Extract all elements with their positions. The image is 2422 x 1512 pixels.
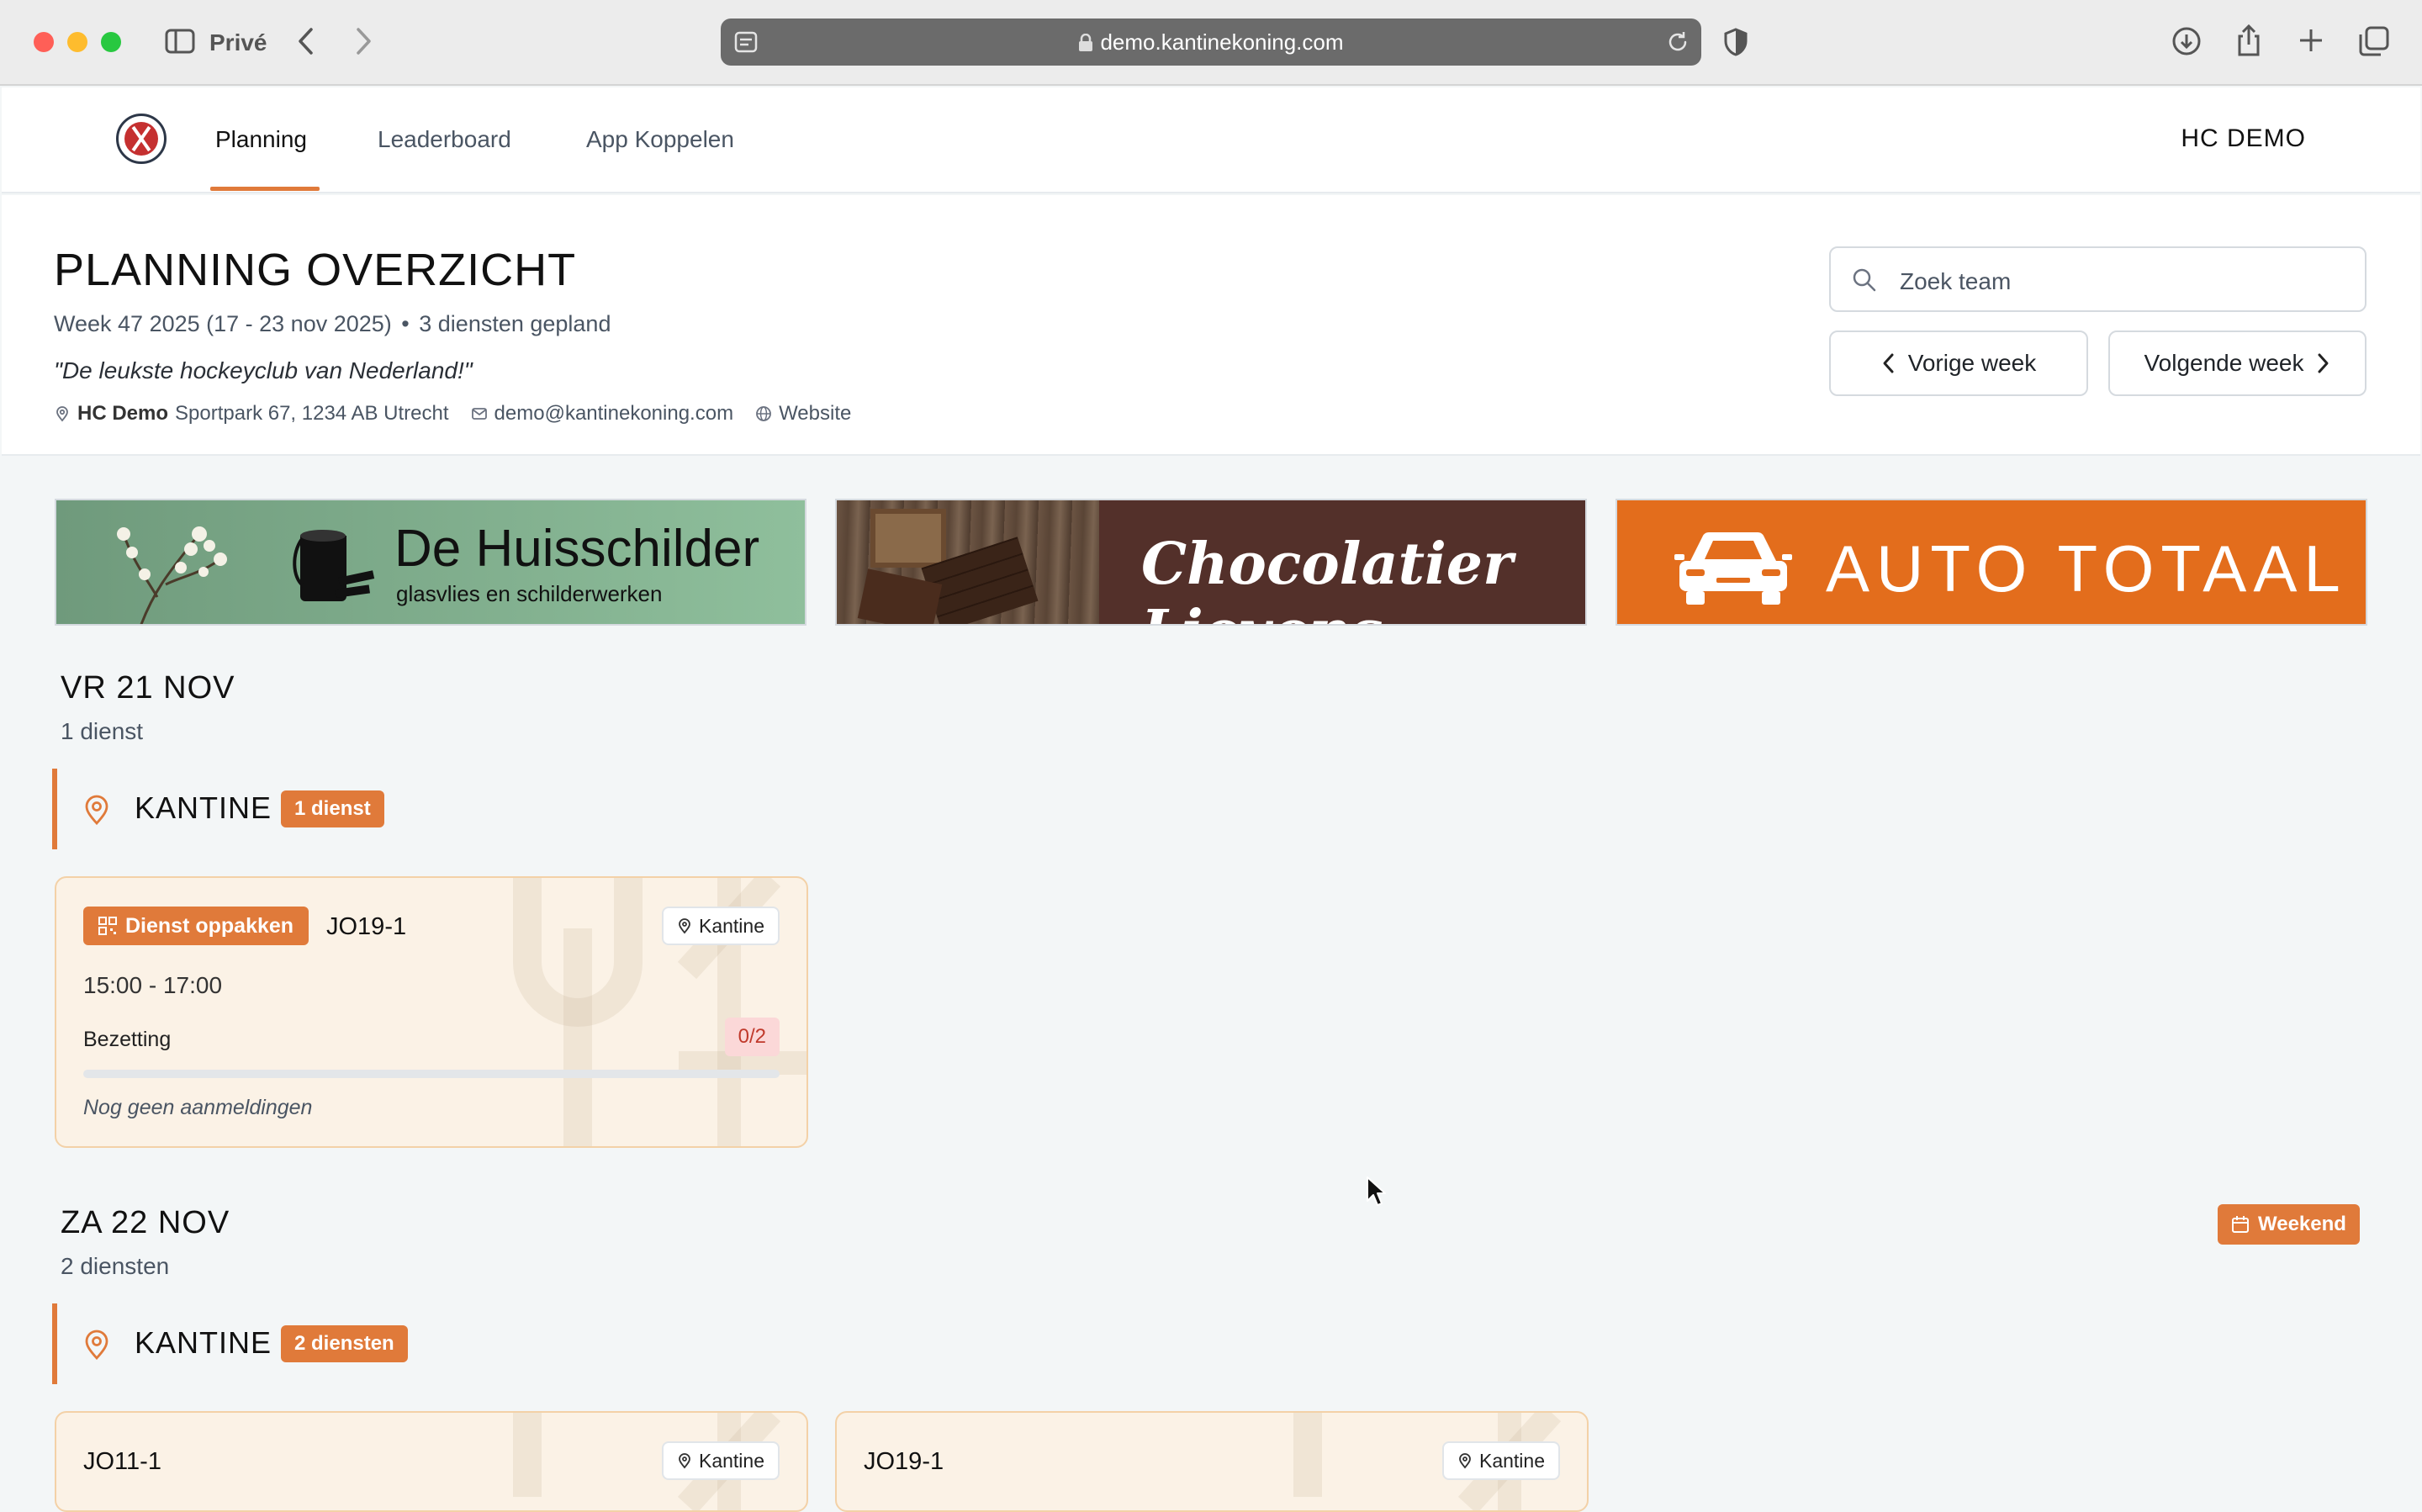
- sponsor-banner-chocolatier[interactable]: Chocolatier Lievens: [835, 499, 1587, 626]
- globe-icon: [756, 406, 771, 421]
- sponsor-name: Chocolatier Lievens: [1141, 531, 1513, 624]
- previous-week-button[interactable]: Vorige week: [1829, 330, 2088, 396]
- share-icon[interactable]: [2235, 24, 2262, 61]
- service-time: 15:00 - 17:00: [83, 972, 223, 998]
- location-chip-label: Kantine: [698, 1449, 764, 1472]
- search-placeholder: Zoek team: [1900, 268, 2012, 294]
- location-pin-icon: [679, 918, 690, 934]
- lock-icon: [1079, 33, 1093, 51]
- chocolate-wood-image: [837, 500, 1099, 624]
- location-name: KANTINE: [135, 790, 272, 825]
- club-email-link[interactable]: demo@kantinekoning.com: [494, 402, 734, 426]
- private-mode-label: Privé: [209, 29, 267, 56]
- service-count: 3 diensten gepland: [419, 311, 611, 336]
- sponsor-banner-huisschilder[interactable]: De Huisschilder glasvlies en schilderwer…: [55, 499, 806, 626]
- team-name: JO19-1: [326, 913, 407, 940]
- close-window-button[interactable]: [34, 32, 54, 52]
- team-name: JO19-1: [864, 1448, 944, 1475]
- sponsor-tagline: glasvlies en schilderwerken: [396, 581, 663, 606]
- location-pin-icon: [85, 795, 108, 826]
- team-name: JO11-1: [83, 1448, 161, 1475]
- location-name: KANTINE: [135, 1325, 272, 1360]
- location-chip: Kantine: [661, 907, 780, 945]
- day-service-count: 2 diensten: [61, 1253, 170, 1279]
- url-text: demo.kantinekoning.com: [721, 29, 1701, 56]
- active-tab-indicator: [210, 187, 320, 191]
- weekend-label: Weekend: [2258, 1213, 2346, 1235]
- location-group-header: KANTINE 1 dienst: [52, 769, 557, 849]
- club-name[interactable]: HC DEMO: [2181, 124, 2306, 153]
- calendar-icon: [2232, 1216, 2249, 1233]
- car-icon: [1674, 531, 1792, 605]
- service-card[interactable]: JO11-1 Kantine: [55, 1411, 808, 1512]
- location-pin-icon: [85, 1330, 108, 1361]
- location-service-badge: 2 diensten: [281, 1325, 408, 1362]
- tab-planning[interactable]: Planning: [215, 126, 307, 153]
- downloads-icon[interactable]: [2171, 26, 2202, 61]
- location-service-badge: 1 dienst: [281, 790, 384, 827]
- sponsor-name: De Huisschilder: [394, 520, 760, 578]
- qr-code-icon: [98, 917, 117, 935]
- reload-icon[interactable]: [1666, 30, 1690, 58]
- previous-week-label: Vorige week: [1907, 350, 2037, 376]
- location-chip-label: Kantine: [1478, 1449, 1545, 1472]
- pickup-label: Dienst oppakken: [125, 913, 294, 938]
- location-pin-icon: [679, 1453, 690, 1469]
- new-tab-icon[interactable]: [2298, 28, 2324, 57]
- service-card[interactable]: JO19-1 Kantine: [835, 1411, 1589, 1512]
- club-address: Sportpark 67, 1234 AB Utrecht: [175, 402, 449, 425]
- occupancy-count-badge: 0/2: [724, 1018, 780, 1056]
- weekend-badge: Weekend: [2218, 1204, 2360, 1245]
- chevron-right-icon: [2318, 353, 2329, 373]
- day-title: ZA 22 NOV: [61, 1205, 230, 1240]
- service-card[interactable]: Dienst oppakken JO19-1 Kantine 15:00 - 1…: [55, 876, 808, 1148]
- paint-bucket-icon: [293, 530, 375, 601]
- occupancy-progress-bar: [83, 1070, 780, 1078]
- browser-toolbar: Privé demo.kantinekoning.com: [0, 0, 2422, 86]
- separator-dot: •: [401, 311, 410, 336]
- club-name-bold: HC Demo: [77, 402, 169, 425]
- privacy-shield-icon[interactable]: [1724, 28, 1748, 61]
- planning-header: PLANNING OVERZICHT Week 47 2025 (17 - 23…: [2, 195, 2420, 456]
- day-title: VR 21 NOV: [61, 670, 235, 706]
- tab-overview-icon[interactable]: [2359, 26, 2389, 61]
- minimize-window-button[interactable]: [67, 32, 87, 52]
- tab-leaderboard[interactable]: Leaderboard: [378, 126, 511, 153]
- mail-icon: [471, 408, 487, 420]
- team-search-input[interactable]: Zoek team: [1829, 246, 2366, 312]
- sidebar-toggle-icon[interactable]: [165, 29, 195, 58]
- forward-icon[interactable]: [355, 27, 373, 60]
- back-icon[interactable]: [296, 27, 315, 60]
- search-icon: [1853, 268, 1876, 292]
- location-pin-icon: [56, 406, 68, 422]
- address-bar[interactable]: demo.kantinekoning.com: [721, 19, 1701, 66]
- week-range: Week 47 2025 (17 - 23 nov 2025): [54, 311, 392, 336]
- top-navigation: Planning Leaderboard App Koppelen HC DEM…: [2, 87, 2420, 193]
- website-link[interactable]: Website: [779, 402, 851, 426]
- location-chip-label: Kantine: [698, 914, 764, 937]
- blossom-branch-image: [117, 526, 227, 624]
- location-chip: Kantine: [1441, 1441, 1560, 1480]
- chevron-left-icon: [1883, 353, 1894, 373]
- club-slogan: "De leukste hockeyclub van Nederland!": [54, 357, 473, 383]
- sponsor-name: AUTO TOTAAL: [1826, 531, 2347, 605]
- no-registrations-note: Nog geen aanmeldingen: [83, 1096, 313, 1119]
- club-contact: HC Demo Sportpark 67, 1234 AB Utrecht de…: [54, 402, 873, 426]
- location-group-header: KANTINE 2 diensten: [52, 1303, 557, 1384]
- day-service-count: 1 dienst: [61, 718, 144, 744]
- occupancy-label: Bezetting: [83, 1028, 172, 1051]
- sponsor-banner-auto-totaal[interactable]: AUTO TOTAAL: [1616, 499, 2367, 626]
- page-title: PLANNING OVERZICHT: [54, 245, 577, 295]
- tab-app-koppelen[interactable]: App Koppelen: [586, 126, 734, 153]
- week-info: Week 47 2025 (17 - 23 nov 2025) • 3 dien…: [54, 311, 611, 337]
- pickup-service-button[interactable]: Dienst oppakken: [83, 907, 309, 945]
- location-pin-icon: [1459, 1453, 1471, 1469]
- next-week-label: Volgende week: [2144, 350, 2304, 376]
- club-logo[interactable]: [116, 114, 167, 164]
- next-week-button[interactable]: Volgende week: [2108, 330, 2366, 396]
- maximize-window-button[interactable]: [101, 32, 121, 52]
- mouse-cursor-icon: [1367, 1176, 1386, 1206]
- location-chip: Kantine: [661, 1441, 780, 1480]
